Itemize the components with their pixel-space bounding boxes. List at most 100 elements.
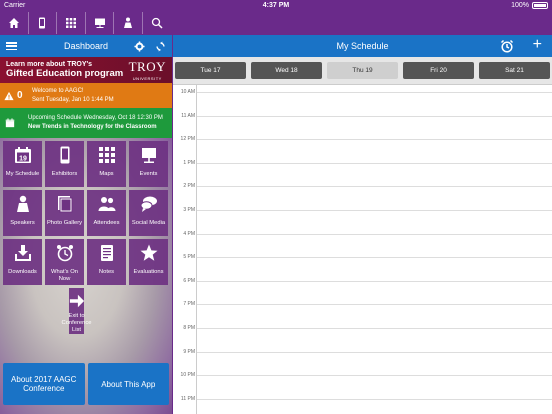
gallery-icon <box>57 196 72 213</box>
day-tab[interactable]: Fri 20 <box>403 62 474 79</box>
speaker-icon <box>16 195 29 212</box>
tile-exhibitors[interactable]: Exhibitors <box>45 141 84 187</box>
hour-label: 11 AM <box>181 112 195 119</box>
day-tab[interactable]: Tue 17 <box>175 62 246 79</box>
star-icon <box>140 244 157 261</box>
arrow-right-icon <box>69 294 84 308</box>
alarm-clock-icon[interactable] <box>500 39 514 58</box>
status-bar: Carrier 4:37 PM 100% <box>0 0 552 12</box>
tile-whats-on-now[interactable]: What's On Now <box>45 239 84 285</box>
hour-gridline <box>197 328 552 329</box>
grid-icon <box>65 18 76 28</box>
schedule-timeline[interactable]: 10 AM 11 AM 12 PM 1 PM 2 PM 3 PM 4 PM 5 PM 6 PM 7… <box>173 85 552 414</box>
hour-gridline <box>197 280 552 282</box>
hour-gridline <box>197 139 552 141</box>
hour-label: 10 PM <box>180 372 195 379</box>
tile-exit-conference[interactable]: Exit to Conference List <box>62 288 92 334</box>
battery-percent: 100% <box>511 2 529 9</box>
schedule-title: My Schedule <box>336 41 389 51</box>
speaker-icon <box>124 17 133 28</box>
menu-icon[interactable] <box>6 42 17 50</box>
day-selector: Tue 17 Wed 18 Thu 19 Fri 20 Sat 21 <box>173 57 552 85</box>
gear-icon[interactable] <box>134 40 145 52</box>
hour-gridline <box>197 162 552 164</box>
hour-label: 7 PM <box>183 301 195 308</box>
download-icon <box>14 245 31 261</box>
phone-icon <box>60 146 69 164</box>
tile-speakers[interactable]: Speakers <box>3 190 42 236</box>
hour-gridline <box>197 398 552 400</box>
phone-icon <box>39 17 46 29</box>
time-column-divider <box>196 85 197 414</box>
hour-label: 2 PM <box>183 183 195 190</box>
tile-events[interactable]: Events <box>129 141 168 187</box>
about-conference-button[interactable]: About 2017 AAGC Conference <box>3 363 85 405</box>
alert-time: Sent Tuesday, Jan 10 1:44 PM <box>32 96 114 103</box>
day-tab[interactable]: Wed 18 <box>251 62 322 79</box>
search-button[interactable] <box>143 12 172 34</box>
hour-label: 4 PM <box>183 230 195 237</box>
hour-gridline <box>197 210 552 211</box>
tile-evaluations[interactable]: Evaluations <box>129 239 168 285</box>
clock-icon <box>56 245 73 262</box>
hour-label: 10 AM <box>180 89 195 95</box>
home-button[interactable] <box>0 12 29 34</box>
hour-label: 6 PM <box>183 277 195 284</box>
schedule-panel: My Schedule + Tue 17 Wed 18 Thu 19 Fri 2… <box>173 35 552 414</box>
top-toolbar <box>0 12 172 34</box>
tile-attendees[interactable]: Attendees <box>87 190 126 236</box>
day-tab[interactable]: Sat 21 <box>479 62 550 79</box>
svg-text:19: 19 <box>19 156 27 163</box>
notes-icon <box>100 245 113 261</box>
tile-grid: 19 My Schedule Exhibitors Maps Events Sp… <box>3 141 169 334</box>
schedule-header: My Schedule + <box>173 35 552 57</box>
hour-label: 3 PM <box>183 207 195 213</box>
easel-icon <box>94 18 105 28</box>
hour-label: 12 PM <box>180 136 195 143</box>
troy-logo: TROY UNIVERSITY <box>128 59 166 81</box>
people-icon <box>98 197 115 211</box>
alert-count: 0 <box>4 90 32 101</box>
grid-icon <box>98 147 115 163</box>
promo-banner[interactable]: Learn more about TROY's Gifted Education… <box>0 57 172 83</box>
tile-my-schedule[interactable]: 19 My Schedule <box>3 141 42 187</box>
hour-gridline <box>197 304 552 306</box>
alert-bar[interactable]: 0 Welcome to AAGC! Sent Tuesday, Jan 10 … <box>0 83 172 108</box>
about-app-button[interactable]: About This App <box>87 363 169 405</box>
easel-icon <box>141 148 156 163</box>
hour-gridline <box>197 92 552 93</box>
hour-gridline <box>197 351 552 353</box>
tile-photo-gallery[interactable]: Photo Gallery <box>45 190 84 236</box>
tile-maps[interactable]: Maps <box>87 141 126 187</box>
chat-icon <box>140 196 157 212</box>
warning-icon <box>4 91 14 100</box>
tile-social-media[interactable]: Social Media <box>129 190 168 236</box>
upcoming-bar[interactable]: Upcoming Schedule Wednesday, Oct 18 12:3… <box>0 108 172 138</box>
add-icon[interactable]: + <box>533 36 542 54</box>
refresh-icon[interactable] <box>155 40 166 52</box>
calendar-icon: 19 <box>14 147 31 163</box>
calendar-small-icon <box>5 118 15 128</box>
tile-notes[interactable]: Notes <box>87 239 126 285</box>
search-icon <box>152 17 163 29</box>
hour-label: 1 PM <box>183 159 195 166</box>
alert-title: Welcome to AAGC! <box>32 87 84 94</box>
hour-gridline <box>197 233 552 235</box>
hour-label: 8 PM <box>183 325 195 331</box>
tile-grid-area: 19 My Schedule Exhibitors Maps Events Sp… <box>0 138 172 414</box>
hour-gridline <box>197 257 552 259</box>
upcoming-session: New Trends in Technology for the Classro… <box>28 124 157 130</box>
hour-label: 9 PM <box>183 348 195 355</box>
device-button[interactable] <box>29 12 58 34</box>
tile-downloads[interactable]: Downloads <box>3 239 42 285</box>
top-bar-right <box>173 12 552 34</box>
hour-gridline <box>197 115 552 117</box>
dashboard-panel: Dashboard Learn more about TROY's Gifted… <box>0 35 172 414</box>
clock: 4:37 PM <box>262 2 290 9</box>
hour-gridline <box>197 375 552 377</box>
battery-status: 100% <box>511 2 548 9</box>
events-button[interactable] <box>86 12 115 34</box>
grid-button[interactable] <box>57 12 86 34</box>
speakers-button[interactable] <box>114 12 143 34</box>
day-tab-active[interactable]: Thu 19 <box>327 62 398 79</box>
